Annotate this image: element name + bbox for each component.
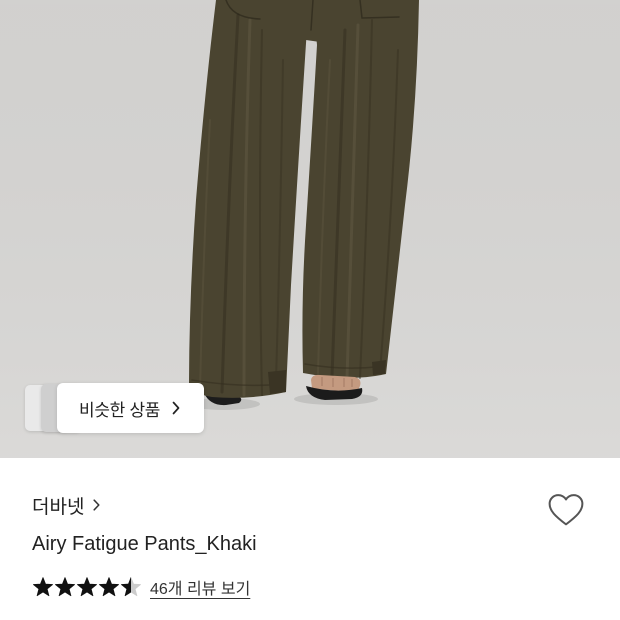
star-shape — [99, 577, 119, 597]
star-icon — [121, 577, 141, 597]
rating-row: 46개 리뷰 보기 — [33, 575, 250, 599]
similar-products-button[interactable]: 비슷한 상품 — [25, 383, 204, 433]
heart-icon — [548, 494, 584, 526]
right-foot — [306, 374, 363, 400]
chevron-right-icon — [93, 499, 101, 511]
star-icon — [55, 577, 75, 597]
similar-products-label: 비슷한 상품 — [79, 400, 161, 420]
product-name: Airy Fatigue Pants_Khaki — [32, 533, 257, 555]
star-shape — [121, 577, 141, 597]
star-icon — [33, 577, 53, 597]
similar-products-pill[interactable]: 비슷한 상품 — [57, 383, 204, 433]
chevron-right-icon — [172, 401, 180, 415]
star-shape — [33, 577, 53, 597]
brand-name: 더바넷 — [32, 496, 85, 518]
star-shape — [55, 577, 75, 597]
star-rating — [33, 577, 141, 597]
brand-link[interactable]: 더바넷 — [32, 492, 101, 518]
wishlist-button[interactable] — [547, 492, 585, 528]
star-icon — [99, 577, 119, 597]
product-detail-screen: 비슷한 상품 더바넷 Airy Fatigue Pants_Khaki 46개 … — [0, 0, 620, 620]
star-icon — [77, 577, 97, 597]
review-link[interactable]: 46개 리뷰 보기 — [150, 575, 250, 599]
star-shape — [77, 577, 97, 597]
